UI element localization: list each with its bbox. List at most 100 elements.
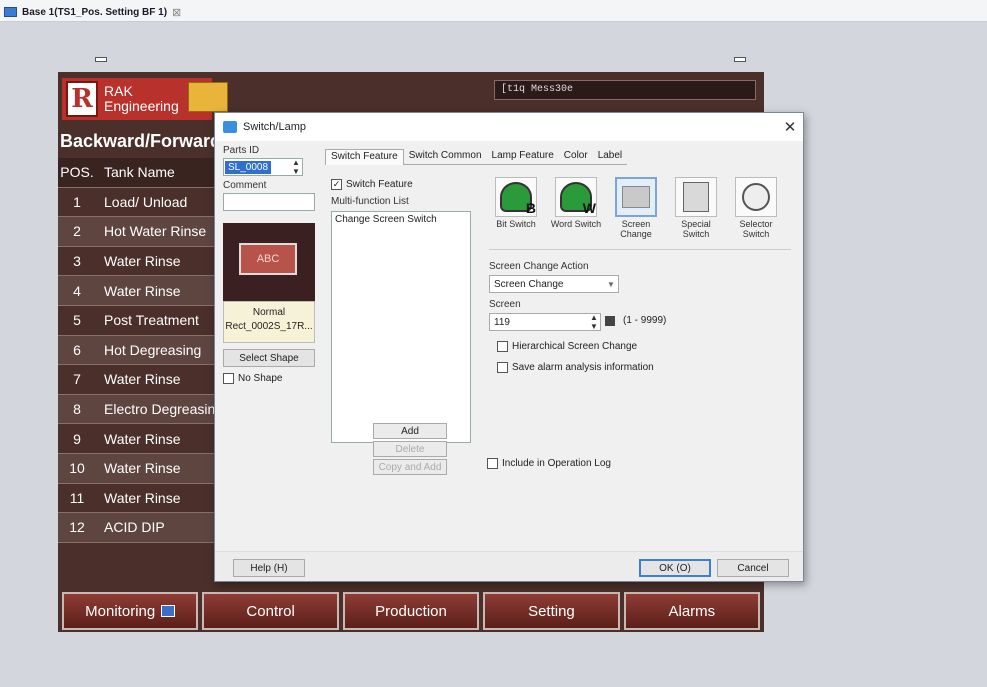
hmi-navigation: Monitoring Control Production Setting Al… (58, 592, 764, 630)
screen-number-input[interactable]: 119 ▲ ▼ (489, 313, 601, 331)
include-operation-log-checkbox[interactable]: Include in Operation Log (487, 458, 611, 469)
monitoring-button[interactable]: Monitoring (62, 592, 199, 630)
preview-shape: Rect_0002S_17R... (225, 321, 313, 332)
cancel-button[interactable]: Cancel (717, 559, 789, 577)
row-name: Water Rinse (104, 489, 181, 506)
bit-switch-option[interactable]: B Bit Switch (489, 177, 543, 239)
word-switch-label: Word Switch (550, 219, 602, 229)
delete-button[interactable]: Delete (373, 441, 447, 457)
ok-button[interactable]: OK (O) (639, 559, 711, 577)
row-pos: 8 (73, 401, 81, 418)
switch-lamp-icon (223, 121, 237, 133)
spin-icon[interactable]: ▲ ▼ (290, 158, 302, 176)
tab-close-icon[interactable]: ⊠ (172, 6, 181, 19)
row-name: Hot Degreasing (104, 341, 202, 358)
row-name: ACID DIP (104, 519, 165, 536)
row-pos: 11 (69, 489, 85, 506)
bit-switch-label: Bit Switch (496, 219, 536, 229)
comment-field[interactable] (223, 193, 315, 211)
selector-switch-label: Selector Switch (739, 219, 773, 239)
document-tab[interactable]: Base 1(TS1_Pos. Setting BF 1) ⊠ (4, 3, 181, 21)
word-switch-letter: W (582, 200, 596, 216)
tab-color[interactable]: Color (558, 149, 593, 165)
row-pos: 2 (73, 223, 81, 240)
select-shape-button[interactable]: Select Shape (223, 349, 315, 367)
save-alarm-checkbox[interactable]: Save alarm analysis information (497, 362, 789, 373)
back-arrow-icon[interactable] (188, 82, 228, 112)
screen-link-icon (161, 605, 176, 617)
row-pos: 3 (73, 253, 81, 270)
editor-canvas[interactable]: R RAK Engineering [t1q Mess30e Backward/… (0, 22, 987, 687)
keypad-icon[interactable] (605, 315, 615, 326)
no-shape-label: No Shape (238, 373, 283, 384)
screen-icon (4, 7, 17, 17)
include-operation-log-label: Include in Operation Log (502, 458, 611, 469)
tank-name-header: Tank Name (104, 164, 175, 181)
parts-id-field[interactable]: SL_0008 ▲ ▼ (223, 158, 303, 176)
row-pos: 7 (73, 371, 81, 388)
special-switch-icon (683, 182, 709, 212)
bit-switch-letter: B (525, 200, 536, 216)
message-display: [t1q Mess30e (494, 80, 756, 100)
row-pos: 6 (73, 341, 81, 358)
control-button[interactable]: Control (202, 592, 339, 630)
row-pos: 12 (69, 519, 85, 536)
screen-change-option[interactable]: Screen Change (609, 177, 663, 239)
bit-switch-icon: B (500, 182, 536, 216)
tab-lamp-feature[interactable]: Lamp Feature (486, 149, 559, 165)
preview-state: Normal (252, 307, 286, 318)
checkbox-icon[interactable] (497, 362, 508, 373)
word-switch-option[interactable]: W Word Switch (549, 177, 603, 239)
spin-icon[interactable]: ▲ ▼ (588, 313, 600, 331)
screen-label: Screen (489, 299, 521, 310)
add-button[interactable]: Add (373, 423, 447, 439)
document-tab-title: Base 1(TS1_Pos. Setting BF 1) (22, 6, 168, 18)
screen-change-action-select[interactable]: Screen Change ▼ (489, 275, 619, 293)
screen-range: (1 - 9999) (623, 315, 667, 326)
close-icon[interactable]: ✕ (777, 118, 803, 136)
screen-change-label: Screen Change (620, 219, 652, 239)
special-switch-label: Special Switch (681, 219, 711, 239)
production-button[interactable]: Production (342, 592, 480, 630)
screen-number-value: 119 (494, 316, 510, 328)
selector-switch-option[interactable]: Selector Switch (729, 177, 783, 239)
document-tab-bar: Base 1(TS1_Pos. Setting BF 1) ⊠ (0, 0, 987, 22)
hierarchical-screen-change-checkbox[interactable]: Hierarchical Screen Change (497, 341, 789, 352)
multi-function-list-label: Multi-function List (331, 196, 409, 207)
switch-lamp-dialog: Switch/Lamp ✕ Parts ID SL_0008 ▲ ▼ Commen… (214, 112, 804, 582)
tab-label[interactable]: Label (592, 149, 628, 165)
multi-function-list[interactable]: Change Screen Switch (331, 211, 471, 443)
tab-switch-common[interactable]: Switch Common (403, 149, 487, 165)
switch-feature-checkbox[interactable]: ✓ Switch Feature (331, 179, 471, 190)
list-item[interactable]: Change Screen Switch (335, 214, 467, 225)
parts-id-value: SL_0008 (225, 160, 272, 174)
resize-handle[interactable] (95, 57, 107, 62)
parts-panel: Parts ID SL_0008 ▲ ▼ Comment ABC Normal R… (223, 145, 315, 384)
switch-type-selector: B Bit Switch W Word Switch Screen Change… (489, 177, 783, 239)
chevron-down-icon: ▼ (607, 279, 615, 289)
screen-change-action-label: Screen Change Action (489, 261, 589, 272)
logo-text-line1: RAK (104, 83, 133, 99)
alarms-label: Alarms (668, 602, 716, 620)
copy-and-add-button[interactable]: Copy and Add (373, 459, 447, 475)
checkbox-icon[interactable] (487, 458, 498, 469)
row-name: Load/ Unload (104, 193, 188, 210)
checkbox-checked-icon[interactable]: ✓ (331, 179, 342, 190)
save-alarm-label: Save alarm analysis information (512, 362, 654, 373)
help-button[interactable]: Help (H) (233, 559, 305, 577)
checkbox-icon[interactable] (497, 341, 508, 352)
setting-button[interactable]: Setting (483, 592, 620, 630)
checkbox-icon[interactable] (223, 373, 234, 384)
screen-change-icon (622, 186, 650, 208)
row-name: Hot Water Rinse (104, 223, 207, 240)
screen-change-action-value: Screen Change (494, 278, 564, 290)
control-label: Control (246, 602, 295, 620)
resize-handle[interactable] (734, 57, 746, 62)
preview-switch: ABC (239, 243, 297, 275)
list-actions: Add Delete Copy and Add (373, 423, 469, 477)
alarms-button[interactable]: Alarms (623, 592, 761, 630)
tab-switch-feature[interactable]: Switch Feature (325, 149, 404, 165)
special-switch-option[interactable]: Special Switch (669, 177, 723, 239)
dialog-titlebar[interactable]: Switch/Lamp ✕ (215, 113, 803, 141)
no-shape-checkbox[interactable]: No Shape (223, 373, 315, 384)
